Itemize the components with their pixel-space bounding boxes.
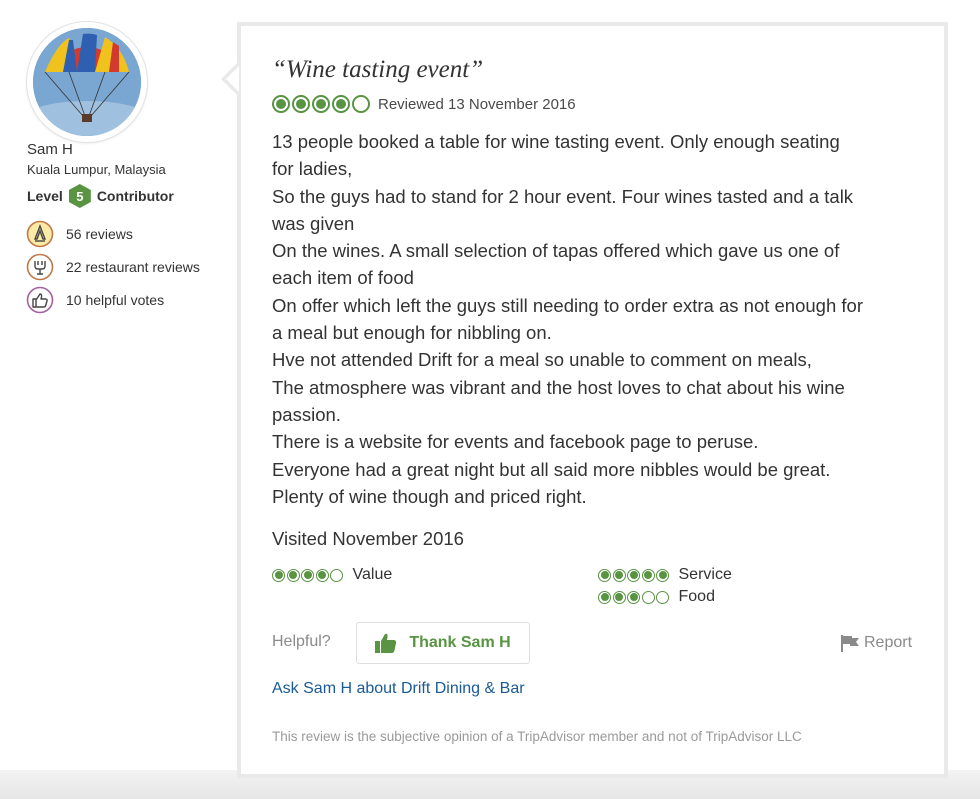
flag-icon <box>841 635 859 652</box>
review-body-line: for ladies, <box>272 158 353 180</box>
filled-bubble-icon <box>292 95 310 113</box>
review-body-line: The atmosphere was vibrant and the host … <box>272 376 845 398</box>
level-suffix: Contributor <box>96 188 174 204</box>
review-body-line: On the wines. A small selection of tapas… <box>272 240 840 262</box>
review-body-line: passion. <box>272 403 341 425</box>
review-disclaimer: This review is the subjective opinion of… <box>272 729 802 744</box>
thank-button[interactable]: Thank Sam H <box>356 622 530 664</box>
filled-bubble-icon <box>656 568 669 582</box>
review-body: 13 people booked a table for wine tastin… <box>272 128 932 510</box>
filled-bubble-icon <box>272 95 290 113</box>
sub-rating-label: Service <box>678 566 732 583</box>
sub-rating-food: Food <box>598 587 715 607</box>
sub-rating-label: Value <box>352 566 393 583</box>
report-link[interactable]: Report <box>840 633 912 653</box>
avatar[interactable] <box>33 28 141 136</box>
parasail-photo-icon <box>33 28 141 136</box>
empty-bubble-icon <box>352 95 370 113</box>
review-body-line: Hve not attended Drift for a meal so una… <box>272 349 812 371</box>
card-pointer-inner <box>226 66 239 92</box>
level-prefix: Level <box>27 188 63 204</box>
contributor-level: Level 5 Contributor <box>27 184 174 208</box>
member-name[interactable]: Sam H <box>27 141 73 158</box>
review-body-line: a meal but enough for nibbling on. <box>272 322 552 344</box>
review-body-line: was given <box>272 212 355 234</box>
level-badge-icon: 5 <box>68 184 91 208</box>
filled-bubble-icon <box>627 590 640 604</box>
thank-button-label: Thank Sam H <box>409 634 511 651</box>
review-body-line: There is a website for events and facebo… <box>272 431 759 453</box>
report-label: Report <box>864 634 913 651</box>
review-date: Reviewed 13 November 2016 <box>378 95 576 113</box>
sub-rating-value: Value <box>272 565 392 585</box>
filled-bubble-icon <box>612 590 626 604</box>
review-body-line: Plenty of wine though and priced right. <box>272 485 587 507</box>
restaurant-reviews-text: 22 restaurant reviews <box>66 259 200 275</box>
visited-date: Visited November 2016 <box>272 528 464 549</box>
filled-bubble-icon <box>641 568 655 582</box>
empty-bubble-icon <box>330 568 343 582</box>
review-body-line: 13 people booked a table for wine tastin… <box>272 131 840 152</box>
sub-rating-label: Food <box>678 588 715 605</box>
review-body-line: So the guys had to stand for 2 hour even… <box>272 185 854 207</box>
helpful-label: Helpful? <box>272 633 331 650</box>
bubble-rating-icon <box>272 95 372 113</box>
thumbs-up-icon <box>375 633 397 653</box>
reviews-count-text: 56 reviews <box>66 226 133 242</box>
restaurant-icon <box>26 253 54 281</box>
filled-bubble-icon <box>301 568 314 582</box>
filled-bubble-icon <box>286 568 300 582</box>
empty-bubble-icon <box>641 590 655 604</box>
ask-member-link[interactable]: Ask Sam H about Drift Dining & Bar <box>272 680 525 698</box>
filled-bubble-icon <box>598 590 611 604</box>
sub-rating-service: Service <box>598 565 732 585</box>
filled-bubble-icon <box>598 568 611 582</box>
review-rating-row: Reviewed 13 November 2016 <box>272 94 576 114</box>
food-bubbles-icon <box>598 590 671 604</box>
pen-badge-icon <box>26 220 54 248</box>
helpful-votes-count[interactable]: 10 helpful votes <box>26 286 164 314</box>
restaurant-reviews-count[interactable]: 22 restaurant reviews <box>26 253 200 281</box>
review-title[interactable]: “Wine tasting event” <box>272 56 483 84</box>
service-bubbles-icon <box>598 568 671 582</box>
thumbs-up-icon <box>26 286 54 314</box>
filled-bubble-icon <box>612 568 626 582</box>
empty-bubble-icon <box>656 590 669 604</box>
filled-bubble-icon <box>312 95 330 113</box>
review-body-line: each item of food <box>272 267 414 289</box>
reviews-count[interactable]: 56 reviews <box>26 220 133 248</box>
filled-bubble-icon <box>272 568 285 582</box>
filled-bubble-icon <box>332 95 350 113</box>
review-body-line: Everyone had a great night but all said … <box>272 458 831 480</box>
filled-bubble-icon <box>627 568 640 582</box>
value-bubbles-icon <box>272 568 345 582</box>
member-location: Kuala Lumpur, Malaysia <box>27 162 166 177</box>
avatar-frame[interactable] <box>27 22 147 142</box>
filled-bubble-icon <box>315 568 329 582</box>
review-body-line: On offer which left the guys still needi… <box>272 294 863 316</box>
helpful-votes-text: 10 helpful votes <box>66 292 165 308</box>
